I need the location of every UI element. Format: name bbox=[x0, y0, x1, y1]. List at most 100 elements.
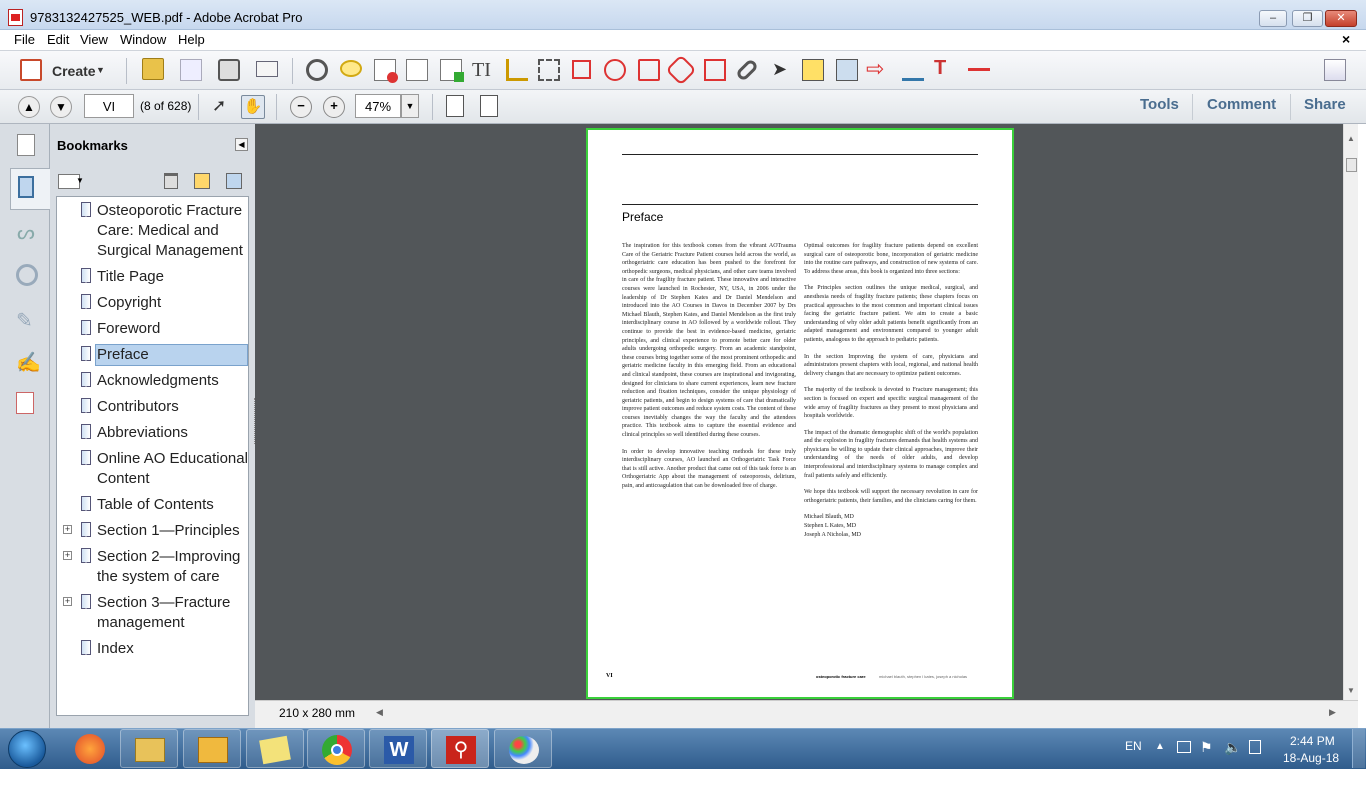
zoom-input[interactable] bbox=[355, 94, 401, 118]
start-button[interactable] bbox=[8, 730, 46, 768]
link-icon[interactable] bbox=[734, 57, 760, 83]
expand-toggle-icon[interactable]: + bbox=[63, 525, 72, 534]
sticky-note-icon[interactable] bbox=[802, 59, 824, 81]
create-icon[interactable] bbox=[20, 59, 42, 81]
cloud-icon[interactable] bbox=[665, 54, 697, 86]
fullscreen-icon[interactable] bbox=[1324, 59, 1346, 81]
taskbar-explorer[interactable] bbox=[120, 729, 178, 768]
previous-page-icon[interactable]: ▲ bbox=[18, 96, 40, 118]
bookmarks-icon[interactable] bbox=[18, 176, 34, 198]
next-page-icon[interactable]: ▼ bbox=[50, 96, 72, 118]
menu-file[interactable]: File bbox=[14, 32, 35, 47]
scroll-thumb[interactable] bbox=[1346, 158, 1357, 172]
close-document-icon[interactable]: × bbox=[1342, 31, 1350, 47]
taskbar-firefox[interactable] bbox=[62, 729, 120, 768]
bookmark-item[interactable]: Section 1—Principles bbox=[97, 521, 249, 541]
bookmark-item[interactable]: Table of Contents bbox=[97, 495, 249, 515]
expand-bookmark-icon[interactable] bbox=[226, 173, 242, 189]
comment-bubble-icon[interactable] bbox=[340, 60, 362, 77]
tab-comment[interactable]: Comment bbox=[1207, 96, 1276, 113]
bookmark-item[interactable]: Acknowledgments bbox=[97, 371, 249, 391]
menu-help[interactable]: Help bbox=[178, 32, 205, 47]
extract-page-icon[interactable] bbox=[440, 59, 464, 82]
insert-page-icon[interactable] bbox=[406, 59, 428, 81]
create-button[interactable]: Create bbox=[52, 63, 96, 79]
bookmark-item[interactable]: Foreword bbox=[97, 319, 249, 339]
battery-icon[interactable] bbox=[1249, 740, 1261, 754]
scroll-left-icon[interactable]: ◀ bbox=[376, 707, 383, 718]
taskbar-outlook[interactable] bbox=[183, 729, 241, 768]
gear-icon[interactable] bbox=[306, 59, 328, 81]
collapse-panel-icon[interactable]: ◀ bbox=[235, 138, 248, 151]
print-icon[interactable] bbox=[218, 59, 240, 81]
bookmark-item[interactable]: Abbreviations bbox=[97, 423, 249, 443]
taskbar-sticky-notes[interactable] bbox=[246, 729, 304, 768]
crop-icon[interactable] bbox=[538, 59, 560, 81]
bookmark-item[interactable]: Online AO Educational Content bbox=[97, 449, 249, 489]
bookmark-item[interactable]: Contributors bbox=[97, 397, 249, 417]
expand-toggle-icon[interactable]: + bbox=[63, 597, 72, 606]
line-icon[interactable] bbox=[968, 68, 990, 71]
select-tool-icon[interactable]: ➚ bbox=[212, 96, 226, 116]
arrow-icon[interactable]: ⇨ bbox=[866, 56, 884, 82]
network-icon[interactable] bbox=[1177, 741, 1191, 753]
content-icon[interactable] bbox=[16, 392, 34, 414]
taskbar-word[interactable]: W bbox=[369, 729, 427, 768]
oval-icon[interactable] bbox=[604, 59, 626, 81]
menu-edit[interactable]: Edit bbox=[47, 32, 69, 47]
attachments-icon[interactable]: ✎ bbox=[16, 308, 38, 332]
edit-text-icon[interactable]: TI bbox=[472, 59, 491, 82]
show-desktop-button[interactable] bbox=[1352, 729, 1365, 768]
layers-icon[interactable]: ᔕ bbox=[17, 220, 39, 244]
delete-page-icon[interactable] bbox=[374, 59, 398, 83]
zoom-out-icon[interactable]: − bbox=[290, 96, 312, 118]
fit-page-icon[interactable] bbox=[446, 95, 464, 117]
zoom-dropdown-icon[interactable]: ▼ bbox=[401, 94, 419, 118]
signatures-icon[interactable]: ✍ bbox=[16, 350, 41, 374]
bookmark-item[interactable]: Index bbox=[97, 639, 249, 659]
taskbar-paint[interactable] bbox=[494, 729, 552, 768]
language-indicator[interactable]: EN bbox=[1125, 739, 1142, 753]
zoom-in-icon[interactable]: + bbox=[323, 96, 345, 118]
save-icon[interactable] bbox=[180, 59, 202, 81]
tab-tools[interactable]: Tools bbox=[1140, 96, 1179, 113]
page-number-input[interactable] bbox=[84, 94, 134, 118]
bookmark-item[interactable]: Preface bbox=[97, 345, 249, 365]
scroll-right-icon[interactable]: ▶ bbox=[1329, 707, 1336, 718]
ruler-icon[interactable] bbox=[506, 59, 528, 81]
menu-window[interactable]: Window bbox=[120, 32, 166, 47]
delete-bookmark-icon[interactable] bbox=[164, 173, 178, 189]
create-dropdown-icon[interactable]: ▼ bbox=[96, 65, 105, 75]
show-hidden-icons-icon[interactable]: ▲ bbox=[1155, 741, 1165, 752]
new-bookmark-icon[interactable] bbox=[194, 173, 210, 189]
taskbar-chrome[interactable] bbox=[307, 729, 365, 768]
bookmark-item[interactable]: Osteoporotic Fracture Care: Medical and … bbox=[97, 201, 249, 261]
page-thumbnails-icon[interactable] bbox=[17, 134, 35, 156]
email-icon[interactable] bbox=[256, 61, 278, 77]
open-folder-icon[interactable] bbox=[142, 58, 164, 80]
action-center-flag-icon[interactable]: ⚑ bbox=[1200, 739, 1213, 756]
fit-width-icon[interactable] bbox=[480, 95, 498, 117]
text-edit-icon[interactable] bbox=[902, 59, 924, 81]
taskbar-acrobat[interactable]: ⚲ bbox=[431, 729, 489, 768]
polygon-icon[interactable] bbox=[704, 59, 726, 81]
bookmark-item[interactable]: Copyright bbox=[97, 293, 249, 313]
strikethrough-icon[interactable]: T bbox=[934, 57, 946, 80]
tab-share[interactable]: Share bbox=[1304, 96, 1346, 113]
bookmark-item[interactable]: Section 3—Fracture management bbox=[97, 593, 249, 633]
hand-tool-icon[interactable]: ✋ bbox=[241, 95, 265, 119]
select-cursor-icon[interactable]: ➤ bbox=[772, 59, 787, 80]
volume-icon[interactable]: 🔈 bbox=[1224, 739, 1241, 756]
menu-view[interactable]: View bbox=[80, 32, 108, 47]
bookmark-item[interactable]: Section 2—Improving the system of care bbox=[97, 547, 249, 587]
maximize-button[interactable]: ❐ bbox=[1292, 10, 1323, 27]
expand-toggle-icon[interactable]: + bbox=[63, 551, 72, 560]
destinations-icon[interactable] bbox=[16, 264, 38, 286]
close-button[interactable]: ✕ bbox=[1325, 10, 1357, 27]
clock-time[interactable]: 2:44 PM bbox=[1290, 734, 1335, 748]
callout-icon[interactable] bbox=[638, 59, 660, 81]
minimize-button[interactable]: – bbox=[1259, 10, 1287, 27]
stamp-icon[interactable] bbox=[836, 59, 858, 81]
rectangle-icon[interactable] bbox=[572, 60, 591, 79]
bookmark-item[interactable]: Title Page bbox=[97, 267, 249, 287]
